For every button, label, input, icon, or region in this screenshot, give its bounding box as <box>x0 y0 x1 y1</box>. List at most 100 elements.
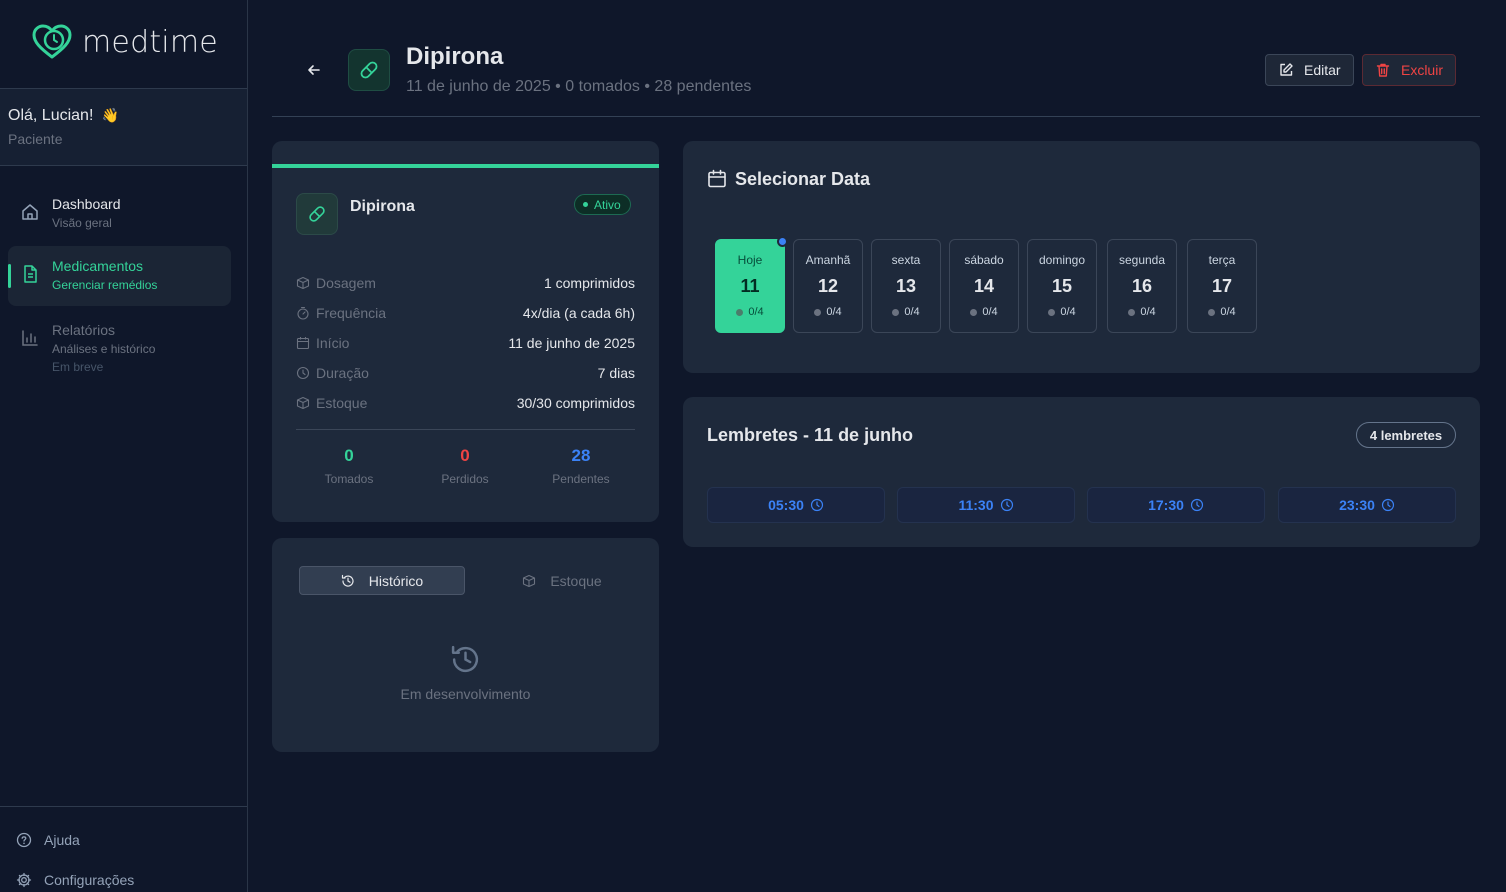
stat-tomados: 0 Tomados <box>294 446 404 486</box>
app-logo[interactable]: medtime <box>32 24 218 60</box>
edit-button[interactable]: Editar <box>1265 54 1354 86</box>
day-number: 15 <box>1051 276 1073 296</box>
date-selector-title: Selecionar Data <box>735 169 871 189</box>
header-divider <box>272 116 1480 117</box>
detail-value: 1 comprimidos <box>543 275 635 291</box>
delete-label: Excluir <box>1400 62 1443 78</box>
reminder-time-slot[interactable]: 17:30 <box>1087 487 1265 523</box>
sidebar-item-dashboard[interactable]: Dashboard Visão geral <box>8 184 231 244</box>
active-indicator <box>8 264 11 288</box>
empty-state-text: Em desenvolvimento <box>400 686 531 702</box>
detail-row-dosagem: Dosagem 1 comprimidos <box>296 273 635 293</box>
day-count: 0/4 <box>794 306 862 318</box>
day-name: sexta <box>891 253 921 267</box>
detail-label: Frequência <box>316 305 387 321</box>
stat-pendentes: 28 Pendentes <box>526 446 636 486</box>
status-accent-bar <box>272 164 659 168</box>
timer-icon <box>297 306 309 320</box>
detail-value: 4x/dia (a cada 6h) <box>522 305 635 321</box>
history-icon <box>341 574 354 587</box>
clock-icon <box>810 498 824 512</box>
day-name: segunda <box>1118 253 1166 267</box>
reminders-title: Lembretes - 11 de junho <box>707 425 914 445</box>
package-icon <box>523 574 536 587</box>
day-button[interactable]: Amanhã 12 0/4 <box>793 239 863 333</box>
detail-row-frequencia: Frequência 4x/dia (a cada 6h) <box>296 303 635 323</box>
day-number: 12 <box>817 276 839 296</box>
stat-value: 0 <box>344 446 354 465</box>
user-greeting-panel <box>0 89 247 165</box>
history-stock-card: Histórico Estoque Em desenvolvimento <box>272 538 659 752</box>
history-icon <box>451 645 479 672</box>
reminder-time: 05:30 <box>768 497 804 513</box>
reminder-time-slot[interactable]: 11:30 <box>897 487 1075 523</box>
day-button[interactable]: sábado 14 0/4 <box>949 239 1019 333</box>
page-subtitle: 11 de junho de 2025 • 0 tomados • 28 pen… <box>406 78 752 95</box>
app-name: medtime <box>82 24 218 60</box>
clock-icon <box>1381 498 1395 512</box>
heart-clock-logo-icon <box>32 24 72 59</box>
day-name: Hoje <box>737 253 763 267</box>
day-count: 0/4 <box>1108 306 1176 318</box>
tab-historico[interactable]: Histórico <box>299 566 465 595</box>
day-number: 13 <box>895 276 917 296</box>
settings-link[interactable]: Configurações <box>16 872 134 888</box>
day-name: Amanhã <box>805 253 851 267</box>
detail-label: Início <box>316 335 350 351</box>
day-name: terça <box>1208 253 1236 267</box>
detail-label: Duração <box>316 365 369 381</box>
date-selector-card: Selecionar Data Hoje 11 0/4 Amanhã 12 0/… <box>683 141 1480 373</box>
sidebar-item-sublabel: Análises e histórico <box>52 342 156 356</box>
sidebar: medtime Olá, Lucian! 👋 Paciente Dashboar… <box>0 0 248 892</box>
day-button-today[interactable]: Hoje 11 0/4 <box>715 236 788 333</box>
help-link[interactable]: Ajuda <box>16 832 80 848</box>
day-name: sábado <box>964 253 1004 267</box>
wave-emoji: 👋 <box>101 107 120 123</box>
reminder-time: 23:30 <box>1339 497 1375 513</box>
day-number: 16 <box>1131 276 1153 296</box>
status-dot <box>583 202 588 207</box>
divider <box>0 806 247 807</box>
sidebar-item-medicamentos[interactable]: Medicamentos Gerenciar remédios <box>8 246 231 306</box>
day-count: 0/4 <box>950 306 1018 318</box>
clock-icon <box>1190 498 1204 512</box>
greeting-text: Olá, Lucian! <box>8 107 94 124</box>
pill-icon <box>360 61 378 79</box>
medication-icon <box>296 193 338 235</box>
tab-estoque[interactable]: Estoque <box>487 566 637 595</box>
detail-label: Estoque <box>316 395 368 411</box>
day-button[interactable]: terça 17 0/4 <box>1187 239 1257 333</box>
bar-chart-icon <box>22 330 38 346</box>
detail-row-duracao: Duração 7 dias <box>296 363 635 383</box>
sidebar-item-sublabel: Gerenciar remédios <box>52 278 158 292</box>
sidebar-item-sublabel: Visão geral <box>52 216 112 230</box>
day-button[interactable]: domingo 15 0/4 <box>1027 239 1097 333</box>
user-role: Paciente <box>8 131 63 147</box>
page-title: Dipirona <box>406 43 504 70</box>
reminders-count-badge: 4 lembretes <box>1356 422 1456 448</box>
detail-value: 30/30 comprimidos <box>516 395 635 411</box>
detail-row-estoque: Estoque 30/30 comprimidos <box>296 393 635 413</box>
divider <box>296 429 635 430</box>
document-icon <box>24 265 37 283</box>
medication-name: Dipirona <box>350 198 415 215</box>
reminder-time-slot[interactable]: 23:30 <box>1278 487 1456 523</box>
edit-icon <box>1280 63 1293 76</box>
delete-button[interactable]: Excluir <box>1362 54 1456 86</box>
detail-value: 7 dias <box>597 365 635 381</box>
sidebar-item-relatorios: Relatórios Análises e histórico Em breve <box>8 310 231 374</box>
day-number: 11 <box>740 276 760 296</box>
tab-label: Estoque <box>550 572 602 589</box>
tab-label: Histórico <box>368 572 424 589</box>
day-button[interactable]: segunda 16 0/4 <box>1107 239 1177 333</box>
pill-box-icon <box>296 276 310 290</box>
arrow-left-icon <box>308 65 320 75</box>
calendar-icon <box>296 337 310 350</box>
sidebar-item-label: Medicamentos <box>52 258 144 274</box>
reminder-time-slot[interactable]: 05:30 <box>707 487 885 523</box>
edit-label: Editar <box>1304 62 1341 78</box>
clock-icon <box>1000 498 1013 512</box>
day-button[interactable]: sexta 13 0/4 <box>871 239 941 333</box>
back-button[interactable] <box>302 58 326 82</box>
clock-icon <box>296 366 310 380</box>
